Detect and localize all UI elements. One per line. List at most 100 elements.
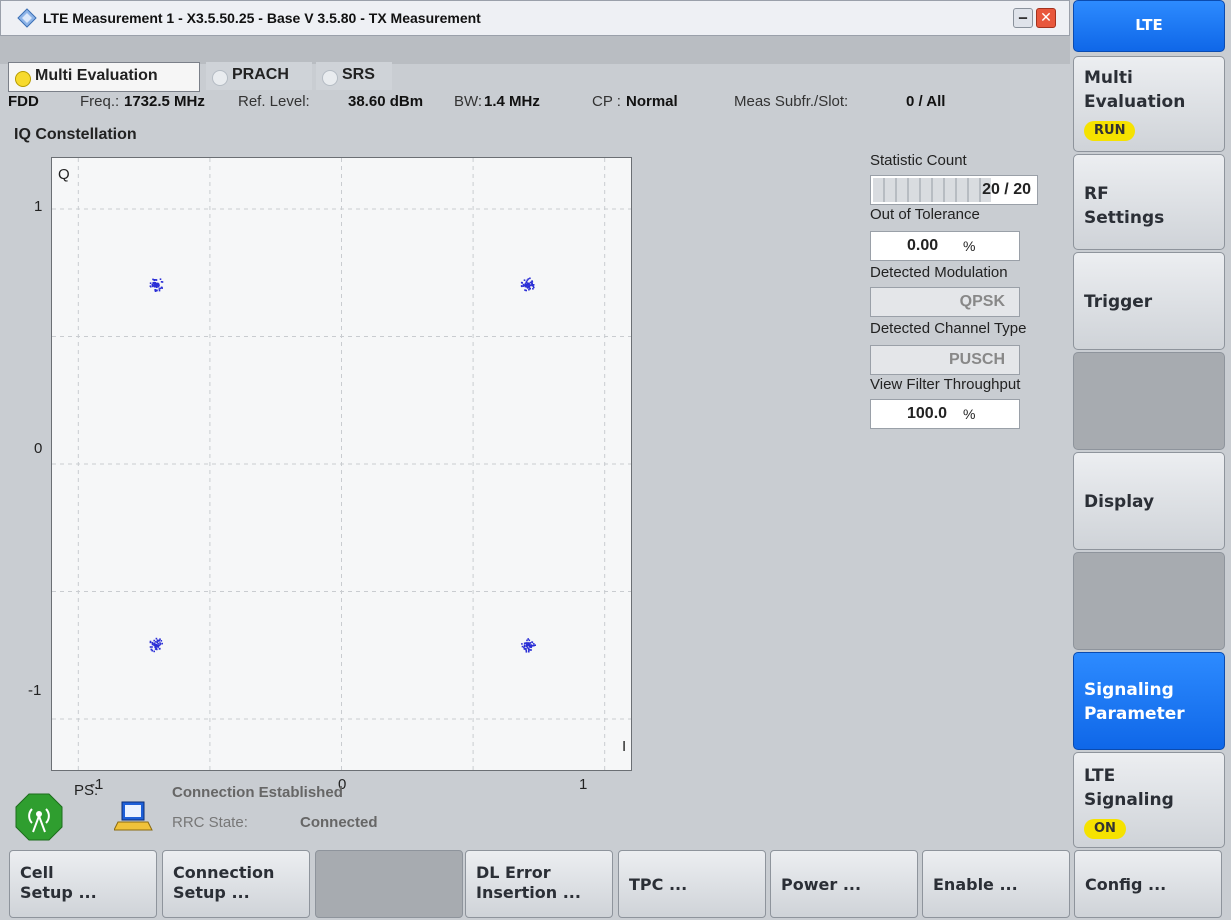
out-of-tolerance-unit: % — [963, 238, 976, 254]
softkey-trigger[interactable]: Trigger — [1073, 252, 1225, 350]
minimize-button[interactable]: ‒ — [1013, 8, 1033, 28]
bottom-key-config[interactable]: Config ... — [1074, 850, 1222, 918]
tab-state-indicator-icon — [15, 71, 31, 87]
out-of-tolerance-value: 0.00 — [907, 237, 939, 254]
bw-value: 1.4 MHz — [484, 93, 540, 110]
bottom-key-label: Connection — [173, 863, 275, 882]
subframe-label: Meas Subfr./Slot: — [734, 93, 849, 110]
view-filter-field: 100.0 % — [870, 399, 1020, 429]
statistic-count-label: Statistic Count — [870, 152, 967, 169]
y-tick-label: -1 — [28, 682, 42, 699]
softkey-label: Multi — [1084, 68, 1133, 88]
bottom-key-enable[interactable]: Enable ... — [922, 850, 1070, 918]
constellation-point — [520, 277, 535, 292]
bottom-key-label: Setup ... — [173, 883, 250, 902]
softkey-label: Parameter — [1084, 704, 1185, 724]
tab-label: SRS — [342, 66, 375, 83]
tab-srs[interactable]: SRS — [316, 62, 392, 90]
tab-multi-evaluation[interactable]: Multi Evaluation — [8, 62, 200, 92]
softkey-label: Evaluation — [1084, 92, 1186, 112]
bottom-key-dl-error-insertion[interactable]: DL Error Insertion ... — [465, 850, 613, 918]
view-filter-label: View Filter Throughput — [870, 376, 1021, 393]
bottom-key-cell-setup[interactable]: Cell Setup ... — [9, 850, 157, 918]
y-tick-label: 0 — [34, 440, 43, 457]
detected-modulation-label: Detected Modulation — [870, 264, 1008, 281]
softkey-signaling-parameter[interactable]: Signaling Parameter — [1073, 652, 1225, 750]
on-state-badge: ON — [1084, 819, 1126, 839]
softkey-label: Trigger — [1084, 292, 1153, 312]
bottom-key-connection-setup[interactable]: Connection Setup ... — [162, 850, 310, 918]
softkey-lte-signaling[interactable]: LTE Signaling ON — [1073, 752, 1225, 848]
bottom-key-label: Enable ... — [933, 875, 1018, 894]
softkey-label: LTE — [1084, 766, 1116, 786]
detected-channel-field: PUSCH — [870, 345, 1020, 375]
softkey-label: Display — [1084, 492, 1155, 512]
window-title: LTE Measurement 1 - X3.5.50.25 - Base V … — [43, 10, 481, 26]
bottom-key-power[interactable]: Power ... — [770, 850, 918, 918]
cp-label: CP : — [592, 93, 621, 110]
constellation-point — [521, 638, 536, 653]
bottom-key-tpc[interactable]: TPC ... — [618, 850, 766, 918]
view-filter-value: 100.0 — [907, 405, 948, 422]
statistic-count-value: 20 / 20 — [982, 181, 1031, 198]
bottom-key-label: Setup ... — [20, 883, 97, 902]
iq-constellation-plot[interactable]: Q I — [51, 157, 632, 771]
ue-terminal-icon — [114, 801, 153, 831]
ps-label: PS: — [74, 782, 99, 799]
softkey-label: Signaling — [1084, 680, 1174, 700]
detected-channel-label: Detected Channel Type — [870, 320, 1027, 337]
y-axis-label: Q — [58, 166, 70, 183]
tab-label: PRACH — [232, 66, 289, 83]
view-filter-unit: % — [963, 406, 976, 422]
freq-label: Freq.: — [80, 93, 120, 110]
bottom-key-label: Config ... — [1085, 875, 1167, 894]
detected-modulation-field: QPSK — [870, 287, 1020, 317]
softkey-multi-evaluation[interactable]: Multi Evaluation RUN — [1073, 56, 1225, 152]
y-tick-label: 1 — [34, 198, 43, 215]
tab-prach[interactable]: PRACH — [206, 62, 312, 90]
softkey-label: Settings — [1084, 208, 1165, 228]
bottom-key-label: Cell — [20, 863, 54, 882]
bottom-key-label: TPC ... — [629, 875, 688, 894]
rrc-state-label: RRC State: — [172, 814, 248, 831]
rrc-state-value: Connected — [300, 814, 378, 831]
connection-status-area: PS: Connection Established RRC State: Co… — [0, 778, 1070, 846]
softkey-rf-settings[interactable]: RF Settings — [1073, 154, 1225, 250]
constellation-point — [149, 278, 164, 292]
softkey-empty — [1073, 552, 1225, 650]
bottom-key-label: Insertion ... — [476, 883, 581, 902]
out-of-tolerance-field: 0.00 % — [870, 231, 1020, 261]
duplex-mode: FDD — [8, 93, 39, 110]
softkey-lte[interactable]: LTE — [1073, 0, 1225, 52]
softkey-display[interactable]: Display — [1073, 452, 1225, 550]
close-button[interactable]: ✕ — [1036, 8, 1056, 28]
cp-value: Normal — [626, 93, 678, 110]
subframe-value: 0 / All — [906, 93, 946, 110]
x-axis-label: I — [622, 738, 627, 755]
softkey-label: LTE — [1135, 16, 1163, 34]
antenna-signal-icon — [15, 793, 63, 841]
bottom-key-label: DL Error — [476, 863, 551, 882]
softkey-empty — [1073, 352, 1225, 450]
tab-state-indicator-icon — [212, 70, 228, 86]
ref-level-label: Ref. Level: — [238, 93, 310, 110]
ref-level-value: 38.60 dBm — [348, 93, 424, 110]
constellation-point — [149, 637, 163, 653]
connection-status-text: Connection Established — [172, 784, 343, 801]
out-of-tolerance-label: Out of Tolerance — [870, 206, 980, 223]
section-title: IQ Constellation — [14, 126, 137, 143]
detected-modulation-value: QPSK — [959, 293, 1005, 310]
tab-label: Multi Evaluation — [35, 67, 158, 84]
freq-value: 1732.5 MHz — [124, 93, 205, 110]
bw-label: BW: — [454, 93, 483, 110]
bottom-key-empty — [315, 850, 463, 918]
window-buttons: ‒ ✕ — [1013, 8, 1059, 30]
detected-channel-value: PUSCH — [948, 351, 1005, 368]
window-titlebar: LTE Measurement 1 - X3.5.50.25 - Base V … — [0, 0, 1070, 36]
statistic-count-field: 20 / 20 — [870, 175, 1038, 205]
app-diamond-icon — [17, 8, 37, 28]
iq-constellation-svg — [52, 158, 631, 770]
statistic-count-progress — [873, 178, 991, 202]
bottom-key-label: Power ... — [781, 875, 862, 894]
tab-state-indicator-icon — [322, 70, 338, 86]
